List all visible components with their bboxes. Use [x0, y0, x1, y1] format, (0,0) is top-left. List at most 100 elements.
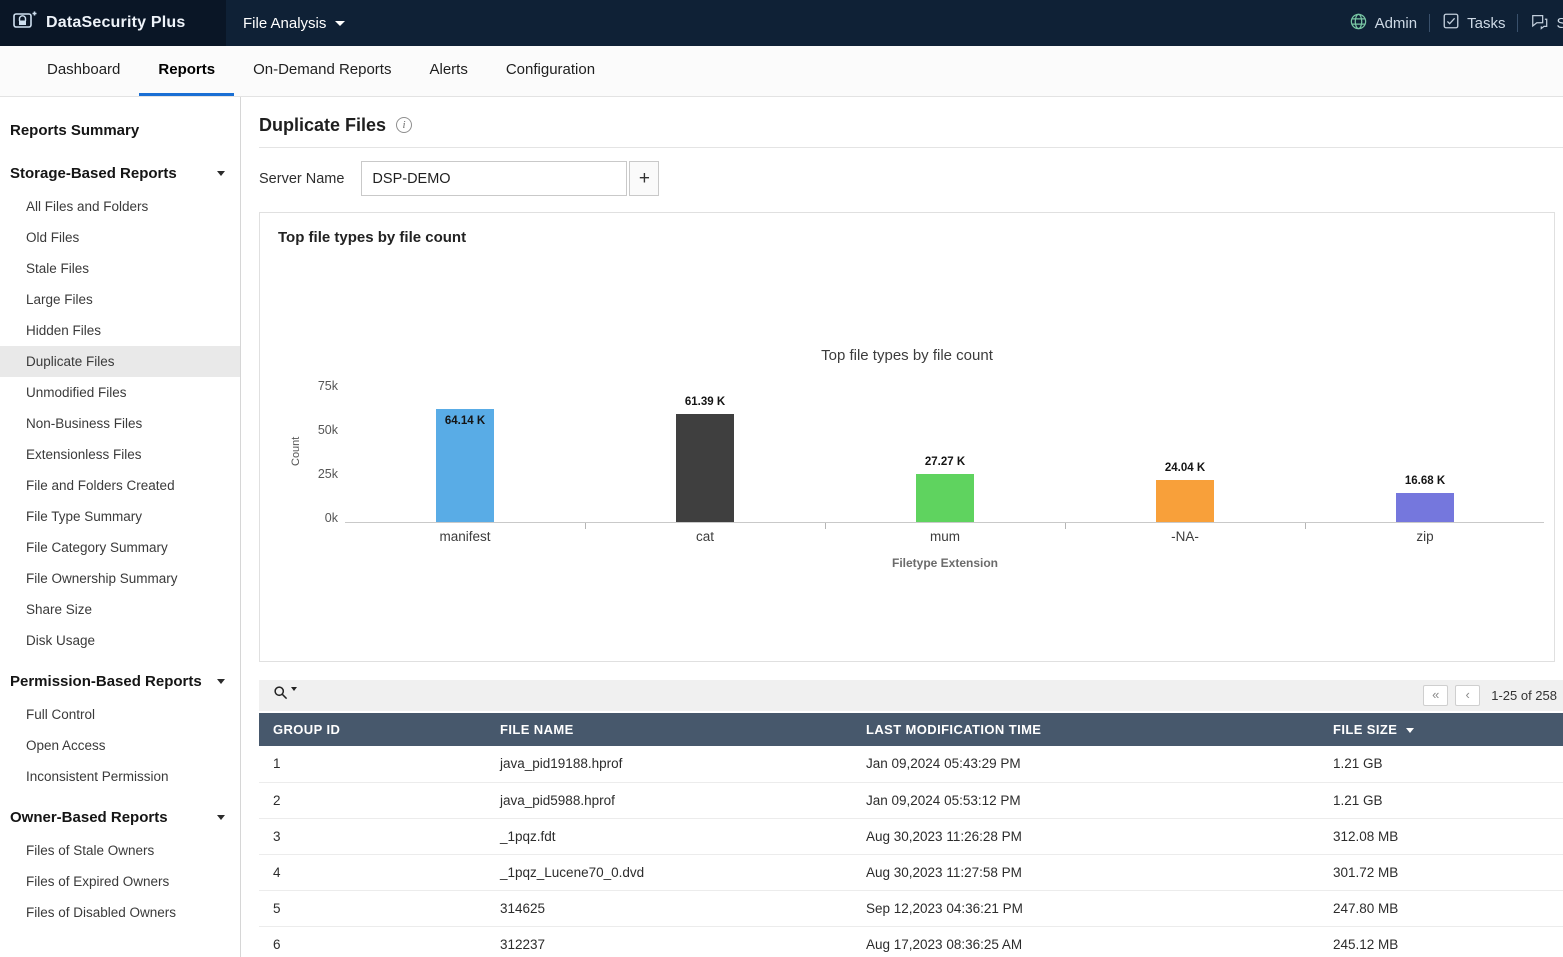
- module-selector[interactable]: File Analysis: [243, 14, 346, 32]
- module-selector-label: File Analysis: [243, 14, 327, 32]
- sidebar-section-title: Storage-Based Reports: [10, 165, 177, 182]
- chat-icon: [1530, 12, 1549, 34]
- sidebar-item-all-files-and-folders[interactable]: All Files and Folders: [0, 191, 240, 222]
- chevron-down-icon: [217, 815, 225, 820]
- sidebar-section-owner-based-reports[interactable]: Owner-Based Reports: [0, 800, 240, 835]
- bar-zip[interactable]: [1396, 493, 1454, 522]
- duplicate-files-table: GROUP ID FILE NAME LAST MODIFICATION TIM…: [259, 713, 1563, 957]
- tasks-icon: [1442, 12, 1460, 34]
- chevron-down-icon: [335, 20, 346, 26]
- topbar-divider: [1429, 14, 1431, 32]
- server-row: Server Name +: [259, 161, 1563, 196]
- sidebar-item-duplicate-files[interactable]: Duplicate Files: [0, 346, 240, 377]
- bar-value-label: 24.04 K: [1164, 462, 1206, 474]
- sidebar-section-permission-based-reports[interactable]: Permission-Based Reports: [0, 664, 240, 699]
- y-axis-tick: 0k: [324, 511, 338, 525]
- app-logo[interactable]: DataSecurity Plus: [0, 0, 226, 46]
- table-row[interactable]: 5 314625 Sep 12,2023 04:36:21 PM 247.80 MB: [259, 890, 1563, 927]
- admin-label: Admin: [1374, 14, 1418, 32]
- bar-na[interactable]: [1156, 480, 1214, 522]
- sidebar-section-title: Permission-Based Reports: [10, 673, 202, 690]
- app-logo-icon: [13, 10, 37, 37]
- tasks-label: Tasks: [1467, 14, 1506, 32]
- bar-mum[interactable]: [916, 474, 974, 522]
- sidebar-item-file-ownership-summary[interactable]: File Ownership Summary: [0, 563, 240, 594]
- table-cell: _1pqz_Lucene70_0.dvd: [486, 854, 852, 891]
- column-header-last-modification-time[interactable]: LAST MODIFICATION TIME: [852, 713, 1319, 746]
- sidebar-item-files-of-expired-owners[interactable]: Files of Expired Owners: [0, 866, 240, 897]
- sidebar-item-file-type-summary[interactable]: File Type Summary: [0, 501, 240, 532]
- table-cell: 3: [259, 818, 486, 855]
- x-axis-tick: [825, 523, 826, 529]
- table-cell: Aug 17,2023 08:36:25 AM: [852, 926, 1319, 957]
- nav-tabs: Dashboard Reports On-Demand Reports Alerts C…: [0, 46, 1563, 97]
- table-row[interactable]: 3 _1pqz.fdt Aug 30,2023 11:26:28 PM 312.08 …: [259, 818, 1563, 855]
- topbar: DataSecurity Plus File Analysis Admin Ta…: [0, 0, 1563, 46]
- table-cell: Sep 12,2023 04:36:21 PM: [852, 890, 1319, 927]
- table-cell: 1: [259, 746, 486, 783]
- page-title: Duplicate Files: [259, 115, 387, 135]
- table-cell: 301.72 MB: [1319, 854, 1563, 891]
- topbar-divider: [1517, 14, 1519, 32]
- sidebar-item-old-files[interactable]: Old Files: [0, 222, 240, 253]
- table-row[interactable]: 1 java_pid19188.hprof Jan 09,2024 05:43:29…: [259, 746, 1563, 783]
- tab-dashboard[interactable]: Dashboard: [28, 46, 139, 96]
- sidebar-item-unmodified-files[interactable]: Unmodified Files: [0, 377, 240, 408]
- sidebar-item-files-of-disabled-owners[interactable]: Files of Disabled Owners: [0, 897, 240, 928]
- sidebar-item-full-control[interactable]: Full Control: [0, 699, 240, 730]
- chevron-down-icon: [291, 687, 297, 691]
- sidebar-item-hidden-files[interactable]: Hidden Files: [0, 315, 240, 346]
- sidebar-item-non-business-files[interactable]: Non-Business Files: [0, 408, 240, 439]
- column-header-group-id[interactable]: GROUP ID: [259, 713, 486, 746]
- sidebar-item-extensionless-files[interactable]: Extensionless Files: [0, 439, 240, 470]
- table-row[interactable]: 4 _1pqz_Lucene70_0.dvd Aug 30,2023 11:27:5…: [259, 854, 1563, 891]
- table-row[interactable]: 6 312237 Aug 17,2023 08:36:25 AM 245.12 MB: [259, 926, 1563, 957]
- table-body: 1 java_pid19188.hprof Jan 09,2024 05:43:29…: [259, 746, 1563, 957]
- x-axis-category: zip: [1416, 529, 1434, 544]
- tab-configuration[interactable]: Configuration: [487, 46, 614, 96]
- bar-value-label: 27.27 K: [924, 456, 966, 468]
- table-cell: 4: [259, 854, 486, 891]
- table-row[interactable]: 2 java_pid5988.hprof Jan 09,2024 05:53:12 …: [259, 782, 1563, 819]
- admin-menu[interactable]: Admin: [1349, 12, 1418, 35]
- table-cell: java_pid5988.hprof: [486, 782, 852, 819]
- sidebar-item-share-size[interactable]: Share Size: [0, 594, 240, 625]
- server-name-label: Server Name: [259, 170, 345, 187]
- column-header-file-size[interactable]: FILE SIZE: [1319, 713, 1563, 746]
- tab-on-demand-reports[interactable]: On-Demand Reports: [234, 46, 410, 96]
- info-icon[interactable]: [396, 117, 413, 133]
- tab-reports[interactable]: Reports: [139, 46, 235, 96]
- sidebar-item-files-of-stale-owners[interactable]: Files of Stale Owners: [0, 835, 240, 866]
- sidebar-nav: Reports Summary Storage-Based Reports All …: [0, 97, 241, 957]
- sidebar-item-file-and-folders-created[interactable]: File and Folders Created: [0, 470, 240, 501]
- sidebar-item-file-category-summary[interactable]: File Category Summary: [0, 532, 240, 563]
- tab-alerts[interactable]: Alerts: [410, 46, 486, 96]
- y-axis-tick: 25k: [317, 467, 338, 481]
- tasks-menu[interactable]: Tasks: [1442, 12, 1505, 34]
- sidebar-section-storage-based-reports[interactable]: Storage-Based Reports: [0, 156, 240, 191]
- y-axis-tick: 50k: [317, 423, 338, 437]
- server-name-input[interactable]: [361, 161, 628, 196]
- add-server-button[interactable]: +: [629, 161, 660, 196]
- pagination-prev-button[interactable]: ‹: [1455, 685, 1481, 706]
- pagination-first-button[interactable]: «: [1423, 685, 1449, 706]
- support-menu[interactable]: Support: [1530, 12, 1563, 34]
- bar-cat[interactable]: [676, 414, 734, 522]
- sidebar-item-disk-usage[interactable]: Disk Usage: [0, 625, 240, 656]
- sidebar-item-stale-files[interactable]: Stale Files: [0, 253, 240, 284]
- table-cell: 314625: [486, 890, 852, 927]
- sidebar-section-reports-summary[interactable]: Reports Summary: [0, 113, 240, 148]
- sort-caret-icon: [1406, 728, 1415, 734]
- x-axis-tick: [585, 523, 586, 529]
- table-cell: Aug 30,2023 11:27:58 PM: [852, 854, 1319, 891]
- title-divider: [259, 147, 1563, 148]
- column-header-label: FILE SIZE: [1333, 722, 1398, 737]
- sidebar-item-open-access[interactable]: Open Access: [0, 730, 240, 761]
- bar-value-label: 61.39 K: [684, 396, 726, 408]
- column-header-file-name[interactable]: FILE NAME: [486, 713, 852, 746]
- column-search-button[interactable]: [273, 685, 297, 706]
- y-axis-label: Count: [290, 436, 302, 466]
- sidebar-item-inconsistent-permission[interactable]: Inconsistent Permission: [0, 761, 240, 792]
- table-cell: java_pid19188.hprof: [486, 746, 852, 783]
- sidebar-item-large-files[interactable]: Large Files: [0, 284, 240, 315]
